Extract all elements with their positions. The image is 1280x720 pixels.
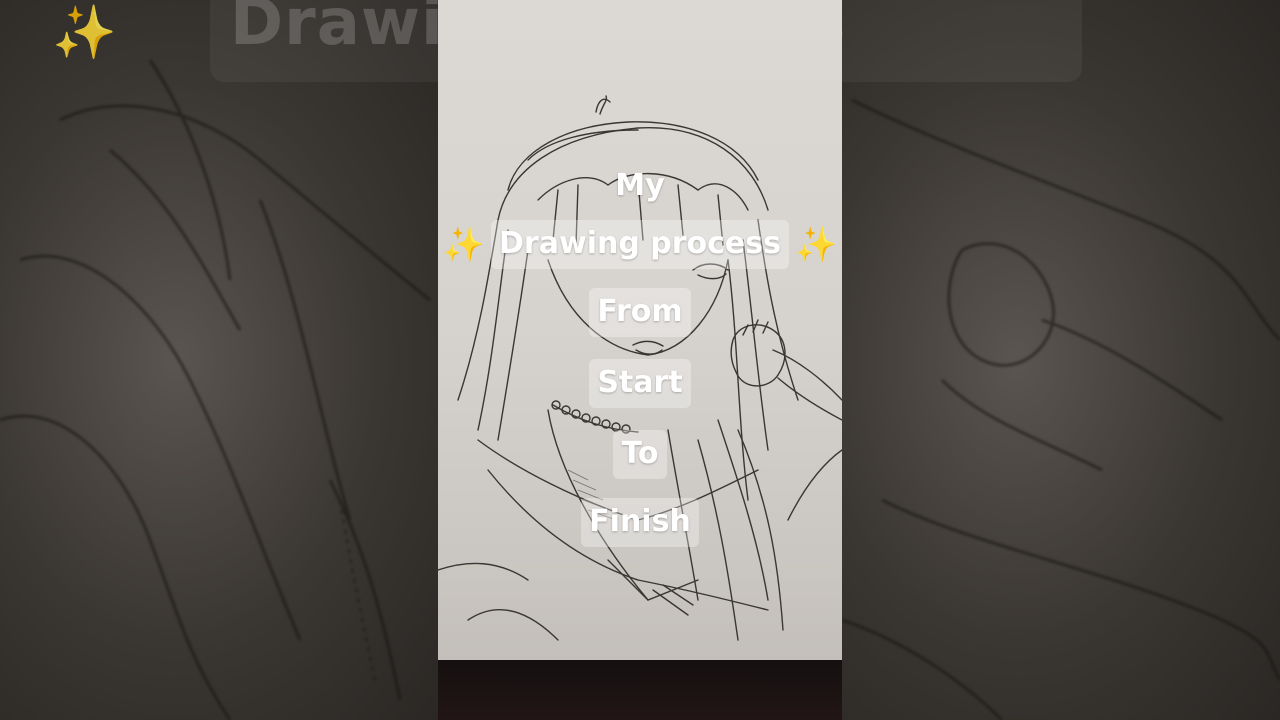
caption-text-from: From [589, 288, 691, 337]
video-bottom-bar [438, 660, 842, 720]
blurred-background-right: ✨ [842, 0, 1280, 720]
caption-text-to: To [613, 430, 667, 479]
caption-line-2: ✨ Drawing process ✨ [438, 220, 842, 269]
caption-line-3: From [438, 288, 842, 337]
caption-text-my: My [615, 168, 665, 203]
blurred-sparkle-left: ✨ [52, 3, 117, 63]
caption-text-finish: Finish [581, 498, 699, 547]
sparkle-emoji-left: ✨ [442, 224, 486, 265]
caption-line-6: Finish [438, 498, 842, 547]
caption-line-1: My [438, 162, 842, 211]
caption-text-drawing-process: Drawing process [491, 220, 789, 269]
caption-line-4: Start [438, 359, 842, 408]
blurred-sketch-left [0, 59, 431, 720]
blurred-sketch-right [842, 98, 1280, 720]
sparkle-emoji-right: ✨ [794, 224, 838, 265]
blurred-background-left: ✨ [0, 0, 438, 720]
caption-text-start: Start [589, 359, 691, 408]
caption-line-5: To [438, 430, 842, 479]
